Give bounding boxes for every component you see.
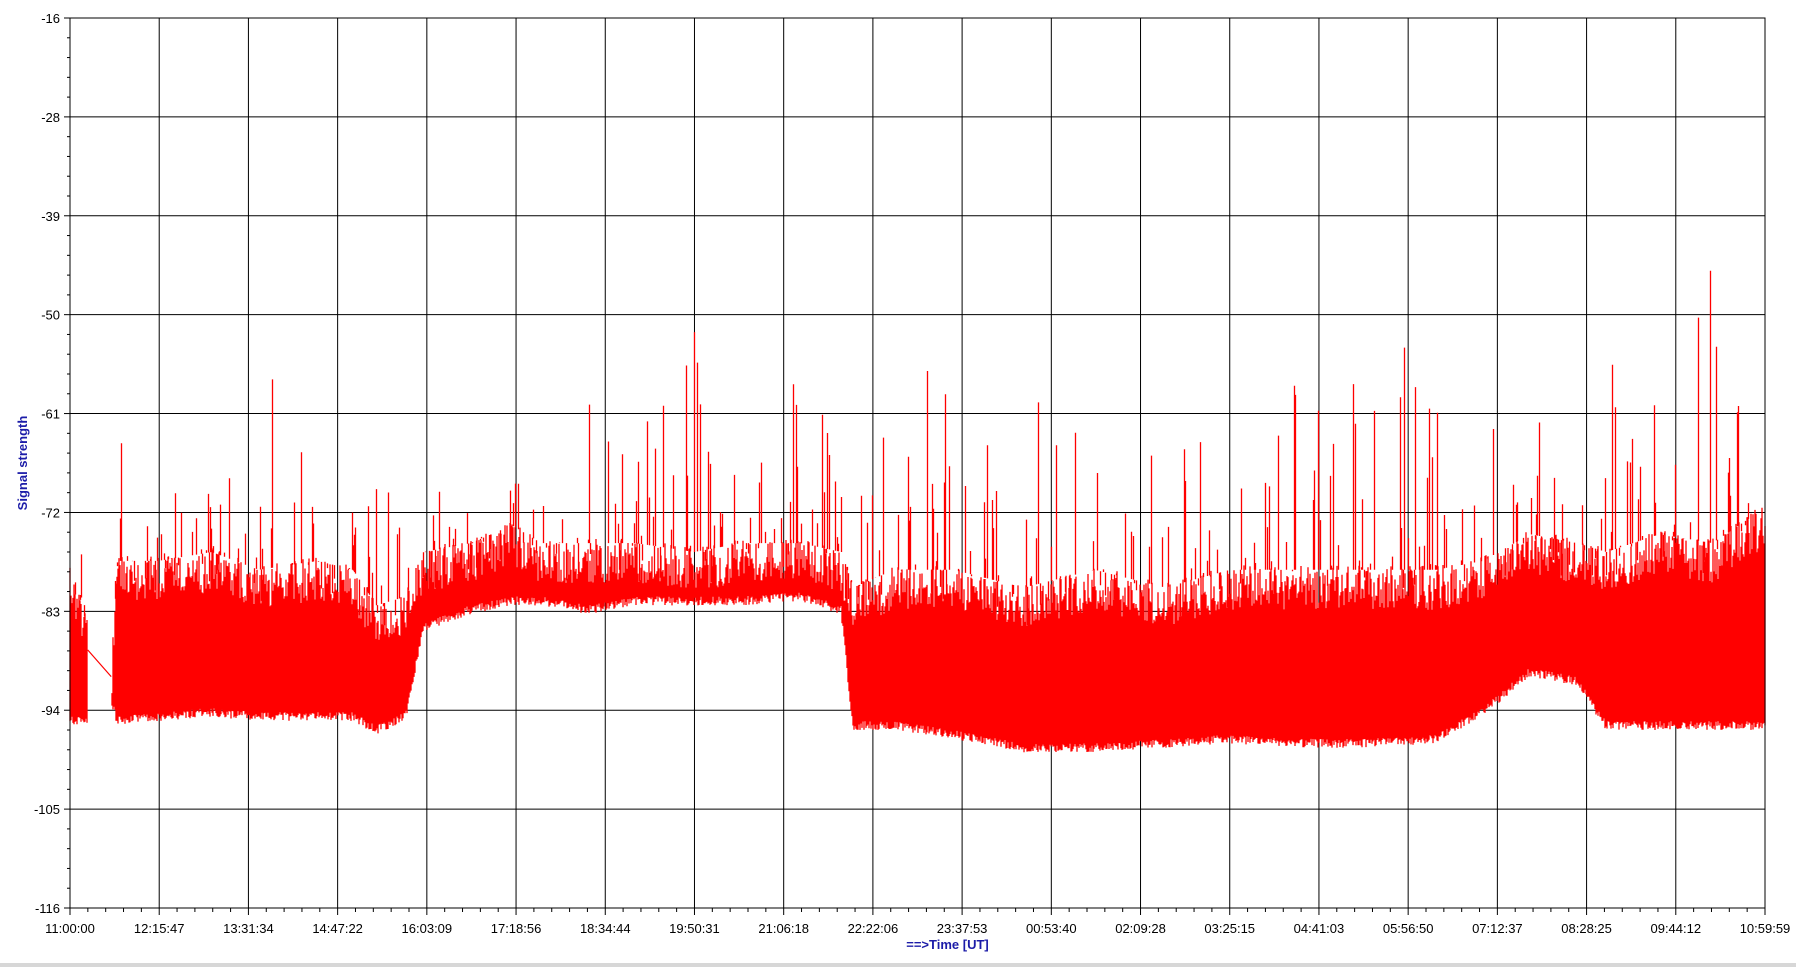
signal-strength-chart: -16 -28 -39 -50 -61 -72 -83 -94 -105 -116 11:00:0…	[15, 11, 1790, 952]
y-tick-label: -94	[41, 703, 60, 718]
x-axis: 11:00:00 12:15:47 13:31:34 14:47:22 16:03:09…	[45, 908, 1790, 936]
x-tick-label: 03:25:15	[1204, 921, 1255, 936]
y-tick-label: -83	[41, 604, 60, 619]
y-tick-label: -50	[41, 308, 60, 323]
y-tick-label: -116	[35, 901, 60, 916]
x-tick-label: 12:15:47	[134, 921, 185, 936]
x-tick-label: 22:22:06	[848, 921, 899, 936]
x-tick-label: 08:28:25	[1561, 921, 1612, 936]
y-tick-label: -39	[41, 209, 60, 224]
x-tick-label: 05:56:50	[1383, 921, 1434, 936]
x-tick-label: 02:09:28	[1115, 921, 1166, 936]
x-tick-label: 19:50:31	[669, 921, 720, 936]
x-tick-label: 09:44:12	[1650, 921, 1701, 936]
x-tick-label: 17:18:56	[491, 921, 542, 936]
y-tick-label: -16	[41, 11, 60, 26]
x-tick-label: 11:00:00	[45, 921, 95, 936]
x-tick-label: 21:06:18	[758, 921, 809, 936]
y-tick-label: -72	[41, 505, 60, 520]
y-axis: -16 -28 -39 -50 -61 -72 -83 -94 -105 -116	[34, 11, 70, 916]
x-tick-label: 04:41:03	[1294, 921, 1345, 936]
y-tick-label: -61	[41, 407, 60, 422]
x-tick-label: 00:53:40	[1026, 921, 1077, 936]
x-axis-title: ==>Time [UT]	[906, 937, 988, 952]
window-bottom-edge	[0, 963, 1796, 967]
x-tick-label: 13:31:34	[223, 921, 274, 936]
x-tick-label: 10:59:59	[1740, 921, 1791, 936]
x-tick-label: 18:34:44	[580, 921, 631, 936]
y-tick-label: -105	[34, 802, 60, 817]
x-tick-label: 16:03:09	[402, 921, 453, 936]
x-tick-label: 14:47:22	[312, 921, 363, 936]
y-tick-label: -28	[41, 110, 60, 125]
x-tick-label: 23:37:53	[937, 921, 988, 936]
y-axis-title: Signal strength	[15, 416, 30, 511]
x-tick-label: 07:12:37	[1472, 921, 1523, 936]
plot-area	[70, 18, 1765, 908]
